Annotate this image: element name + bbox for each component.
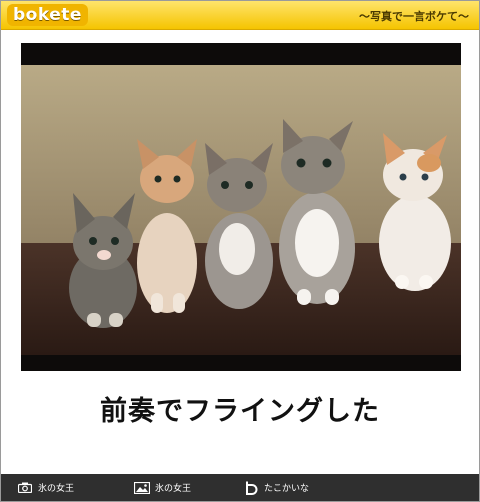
footer-label: 氷の女王 <box>155 484 192 494</box>
logo-text: bokete <box>13 5 82 25</box>
photo-illustration <box>21 43 461 371</box>
camera-icon <box>17 481 33 494</box>
footer-label: たこかいな <box>264 484 310 494</box>
tagline: 〜写真で一言ボケて〜 <box>359 10 469 23</box>
footer-item-image-author[interactable]: 氷の女王 <box>134 481 191 494</box>
bokete-logo[interactable]: bokete <box>7 4 88 26</box>
footer-bar: 氷の女王 氷の女王 たこかいな <box>1 474 479 501</box>
kitten-photo[interactable] <box>21 43 461 371</box>
caption-text: 前奏でフライングした <box>100 396 380 427</box>
footer-item-photo-author[interactable]: 氷の女王 <box>17 481 74 494</box>
bokete-card: bokete 〜写真で一言ボケて〜 前奏でフライングした 氷の女王 氷の女王 た… <box>0 0 480 502</box>
footer-label: 氷の女王 <box>38 484 75 494</box>
header-bar: bokete 〜写真で一言ボケて〜 <box>1 1 479 30</box>
bokete-b-icon <box>243 481 259 495</box>
footer-item-boke-author[interactable]: たこかいな <box>243 481 310 495</box>
image-icon <box>134 481 151 494</box>
